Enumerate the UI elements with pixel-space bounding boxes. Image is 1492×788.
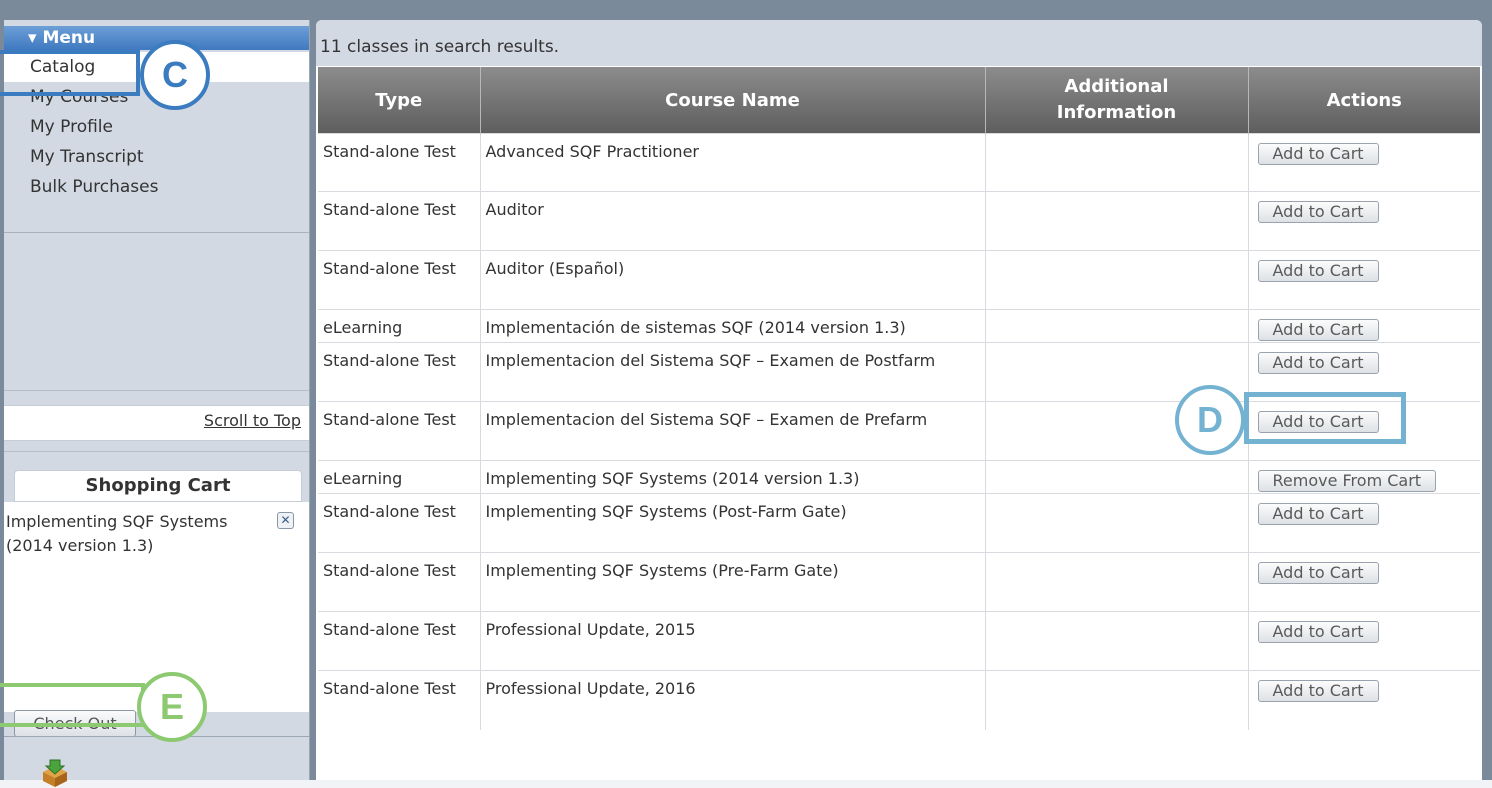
callout-e-badge: E — [137, 672, 207, 742]
add-to-cart-button[interactable]: Add to Cart — [1257, 680, 1379, 702]
column-header-additional-information: Additional Information — [984, 67, 1248, 134]
add-to-cart-button[interactable]: Add to Cart — [1257, 260, 1379, 282]
add-to-cart-button[interactable]: Add to Cart — [1257, 503, 1379, 525]
add-to-cart-button[interactable]: Add to Cart — [1257, 143, 1379, 165]
cell-course-name: Implementing SQF Systems (Pre-Farm Gate) — [479, 552, 985, 612]
cell-type: Stand-alone Test — [318, 670, 480, 730]
cell-course-name: Implementacion del Sistema SQF – Examen … — [479, 401, 985, 461]
cell-additional-info — [984, 250, 1248, 310]
sidebar-item-my-profile[interactable]: My Profile — [4, 112, 309, 142]
column-header-type[interactable]: Type — [318, 67, 480, 134]
cell-type: Stand-alone Test — [318, 493, 480, 553]
cell-additional-info — [984, 133, 1248, 192]
cell-type: Stand-alone Test — [318, 401, 480, 461]
sidebar: ▾ Menu Catalog My Courses My Profile My … — [4, 20, 310, 787]
cell-type: eLearning — [318, 460, 480, 494]
results-count: 11 classes in search results. — [320, 37, 560, 57]
table-row: Stand-alone Test Professional Update, 20… — [318, 670, 1480, 730]
cell-course-name: Implementing SQF Systems (Post-Farm Gate… — [479, 493, 985, 553]
callout-d-box — [1244, 392, 1406, 444]
callout-c-badge: C — [140, 40, 210, 110]
cell-course-name: Auditor (Español) — [479, 250, 985, 310]
cell-actions: Add to Cart — [1247, 250, 1480, 310]
download-box-icon[interactable] — [40, 758, 70, 788]
cell-type: Stand-alone Test — [318, 552, 480, 612]
shopping-cart-title: Shopping Cart — [14, 470, 302, 502]
add-to-cart-button[interactable]: Add to Cart — [1257, 621, 1379, 643]
table-row: Stand-alone Test Advanced SQF Practition… — [318, 133, 1480, 192]
cell-actions: Add to Cart — [1247, 670, 1480, 730]
table-row: Stand-alone Test Implementing SQF System… — [318, 552, 1480, 612]
cell-type: eLearning — [318, 309, 480, 343]
cell-type: Stand-alone Test — [318, 191, 480, 251]
cell-additional-info — [984, 191, 1248, 251]
sidebar-item-bulk-purchases[interactable]: Bulk Purchases — [4, 172, 309, 202]
scroll-to-top-link[interactable]: Scroll to Top — [204, 411, 301, 430]
cell-actions: Remove From Cart — [1247, 460, 1480, 494]
cell-actions: Add to Cart — [1247, 611, 1480, 671]
table-row: Stand-alone Test Auditor Add to Cart — [318, 191, 1480, 251]
table-row: Stand-alone Test Auditor (Español) Add t… — [318, 250, 1480, 310]
cell-type: Stand-alone Test — [318, 342, 480, 402]
table-row: eLearning Implementing SQF Systems (2014… — [318, 460, 1480, 494]
cell-course-name: Advanced SQF Practitioner — [479, 133, 985, 192]
scroll-section: Scroll to Top — [4, 390, 309, 452]
callout-e-box — [0, 683, 145, 727]
cell-additional-info — [984, 670, 1248, 730]
add-to-cart-button[interactable]: Add to Cart — [1257, 319, 1379, 341]
table-header-row: Type Course Name Additional Information … — [318, 67, 1480, 134]
cell-type: Stand-alone Test — [318, 611, 480, 671]
close-x-icon[interactable]: ✕ — [277, 512, 294, 529]
cell-type: Stand-alone Test — [318, 250, 480, 310]
add-to-cart-button[interactable]: Add to Cart — [1257, 201, 1379, 223]
cell-additional-info — [984, 493, 1248, 553]
cell-actions: Add to Cart — [1247, 133, 1480, 192]
cell-actions: Add to Cart — [1247, 552, 1480, 612]
table-row: eLearning Implementación de sistemas SQF… — [318, 309, 1480, 343]
cell-actions: Add to Cart — [1247, 493, 1480, 553]
cell-course-name: Implementacion del Sistema SQF – Examen … — [479, 342, 985, 402]
remove-from-cart-button[interactable]: Remove From Cart — [1257, 470, 1437, 492]
cell-additional-info — [984, 552, 1248, 612]
sidebar-item-my-transcript[interactable]: My Transcript — [4, 142, 309, 172]
cell-additional-info — [984, 611, 1248, 671]
callout-d-badge: D — [1175, 385, 1245, 455]
scroll-bar: Scroll to Top — [4, 405, 309, 441]
cell-additional-info — [984, 309, 1248, 343]
column-header-actions: Actions — [1247, 67, 1480, 134]
results-bar: 11 classes in search results. — [316, 20, 1482, 66]
cell-type: Stand-alone Test — [318, 133, 480, 192]
table-row: Stand-alone Test Implementing SQF System… — [318, 493, 1480, 553]
callout-c-box — [0, 50, 140, 96]
cell-course-name: Professional Update, 2016 — [479, 670, 985, 730]
cell-actions: Add to Cart — [1247, 309, 1480, 343]
cell-actions: Add to Cart — [1247, 191, 1480, 251]
cell-course-name: Implementing SQF Systems (2014 version 1… — [479, 460, 985, 494]
cell-course-name: Implementación de sistemas SQF (2014 ver… — [479, 309, 985, 343]
column-header-course-name[interactable]: Course Name — [479, 67, 985, 134]
cell-additional-info — [984, 460, 1248, 494]
divider — [4, 232, 309, 233]
cell-course-name: Auditor — [479, 191, 985, 251]
add-to-cart-button[interactable]: Add to Cart — [1257, 562, 1379, 584]
table-row: Stand-alone Test Professional Update, 20… — [318, 611, 1480, 671]
cart-item-name: Implementing SQF Systems (2014 version 1… — [6, 512, 228, 555]
app-frame: ▾ Menu Catalog My Courses My Profile My … — [0, 0, 1492, 787]
cell-course-name: Professional Update, 2015 — [479, 611, 985, 671]
add-to-cart-button[interactable]: Add to Cart — [1257, 352, 1379, 374]
